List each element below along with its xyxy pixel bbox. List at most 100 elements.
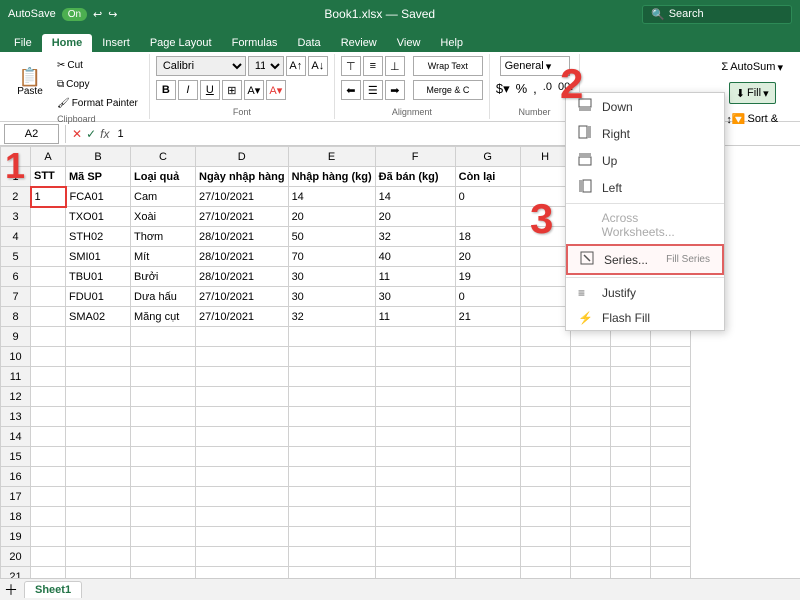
cell-10-0[interactable] (31, 347, 66, 367)
cell-14-10[interactable] (650, 427, 690, 447)
row-header-10[interactable]: 10 (1, 347, 31, 367)
row-header-14[interactable]: 14 (1, 427, 31, 447)
cell-18-5[interactable] (375, 507, 455, 527)
row-header-5[interactable]: 5 (1, 247, 31, 267)
fill-color-button[interactable]: A▾ (244, 80, 264, 100)
cell-10-10[interactable] (650, 347, 690, 367)
cell-13-8[interactable] (570, 407, 610, 427)
cell-17-5[interactable] (375, 487, 455, 507)
cell-20-10[interactable] (650, 547, 690, 567)
confirm-formula-icon[interactable]: ✓ (86, 127, 96, 141)
tab-data[interactable]: Data (287, 34, 330, 52)
cell-19-1[interactable] (66, 527, 131, 547)
cell-8-7[interactable] (520, 307, 570, 327)
cell-14-0[interactable] (31, 427, 66, 447)
cell-12-9[interactable] (610, 387, 650, 407)
cell-12-8[interactable] (570, 387, 610, 407)
cell-1-5[interactable]: Đã bán (kg) (375, 167, 455, 187)
insert-function-icon[interactable]: fx (100, 127, 109, 141)
cell-12-1[interactable] (66, 387, 131, 407)
tab-view[interactable]: View (387, 34, 431, 52)
cell-15-7[interactable] (520, 447, 570, 467)
cell-5-6[interactable]: 20 (455, 247, 520, 267)
dropdown-item-justify[interactable]: ≡Justify (566, 280, 724, 305)
cell-19-0[interactable] (31, 527, 66, 547)
cell-10-2[interactable] (131, 347, 196, 367)
cell-9-5[interactable] (375, 327, 455, 347)
cell-10-4[interactable] (288, 347, 375, 367)
cell-2-0[interactable]: 1 (31, 187, 66, 207)
cell-20-4[interactable] (288, 547, 375, 567)
cell-16-10[interactable] (650, 467, 690, 487)
underline-button[interactable]: U (200, 80, 220, 100)
dropdown-item-down[interactable]: Down (566, 93, 724, 120)
font-name-select[interactable]: Calibri (156, 56, 246, 76)
cell-17-4[interactable] (288, 487, 375, 507)
cell-16-4[interactable] (288, 467, 375, 487)
cell-13-2[interactable] (131, 407, 196, 427)
cell-3-5[interactable]: 20 (375, 207, 455, 227)
cell-4-3[interactable]: 28/10/2021 (196, 227, 289, 247)
cell-7-3[interactable]: 27/10/2021 (196, 287, 289, 307)
cell-3-0[interactable] (31, 207, 66, 227)
cell-6-5[interactable]: 11 (375, 267, 455, 287)
cell-9-6[interactable] (455, 327, 520, 347)
cell-11-2[interactable] (131, 367, 196, 387)
row-header-3[interactable]: 3 (1, 207, 31, 227)
cell-15-6[interactable] (455, 447, 520, 467)
cell-7-5[interactable]: 30 (375, 287, 455, 307)
row-header-6[interactable]: 6 (1, 267, 31, 287)
cell-16-6[interactable] (455, 467, 520, 487)
cell-15-4[interactable] (288, 447, 375, 467)
cell-1-6[interactable]: Còn lại (455, 167, 520, 187)
align-right-button[interactable]: ➡ (385, 80, 405, 100)
cell-8-4[interactable]: 32 (288, 307, 375, 327)
cell-1-4[interactable]: Nhập hàng (kg) (288, 167, 375, 187)
cell-18-2[interactable] (131, 507, 196, 527)
cell-19-5[interactable] (375, 527, 455, 547)
cell-13-7[interactable] (520, 407, 570, 427)
cell-17-0[interactable] (31, 487, 66, 507)
cell-8-2[interactable]: Măng cụt (131, 307, 196, 327)
cell-19-9[interactable] (610, 527, 650, 547)
cell-6-4[interactable]: 30 (288, 267, 375, 287)
cell-10-6[interactable] (455, 347, 520, 367)
cell-5-2[interactable]: Mít (131, 247, 196, 267)
cell-18-3[interactable] (196, 507, 289, 527)
cell-12-3[interactable] (196, 387, 289, 407)
cell-10-3[interactable] (196, 347, 289, 367)
cell-5-5[interactable]: 40 (375, 247, 455, 267)
cell-6-0[interactable] (31, 267, 66, 287)
cell-9-3[interactable] (196, 327, 289, 347)
cell-4-7[interactable] (520, 227, 570, 247)
cell-13-9[interactable] (610, 407, 650, 427)
cell-7-6[interactable]: 0 (455, 287, 520, 307)
cell-13-0[interactable] (31, 407, 66, 427)
cell-2-2[interactable]: Cam (131, 187, 196, 207)
font-grow-button[interactable]: A↑ (286, 56, 306, 76)
cell-20-6[interactable] (455, 547, 520, 567)
cell-9-7[interactable] (520, 327, 570, 347)
cell-21-5[interactable] (375, 567, 455, 579)
cut-button[interactable]: ✂ Cut (52, 56, 143, 74)
cell-20-8[interactable] (570, 547, 610, 567)
align-center-button[interactable]: ☰ (363, 80, 383, 100)
number-format-select[interactable]: General ▾ (500, 56, 570, 76)
cell-14-2[interactable] (131, 427, 196, 447)
cell-2-7[interactable] (520, 187, 570, 207)
cell-21-6[interactable] (455, 567, 520, 579)
cell-11-3[interactable] (196, 367, 289, 387)
cell-11-6[interactable] (455, 367, 520, 387)
cell-21-9[interactable] (610, 567, 650, 579)
cell-15-8[interactable] (570, 447, 610, 467)
tab-review[interactable]: Review (331, 34, 387, 52)
col-header-E[interactable]: E (288, 147, 375, 167)
row-header-11[interactable]: 11 (1, 367, 31, 387)
cell-17-6[interactable] (455, 487, 520, 507)
cell-16-3[interactable] (196, 467, 289, 487)
cell-19-8[interactable] (570, 527, 610, 547)
paste-button[interactable]: 📋 Paste (10, 56, 50, 108)
cell-21-7[interactable] (520, 567, 570, 579)
format-painter-button[interactable]: 🖌 Format Painter (52, 94, 143, 112)
cell-4-0[interactable] (31, 227, 66, 247)
